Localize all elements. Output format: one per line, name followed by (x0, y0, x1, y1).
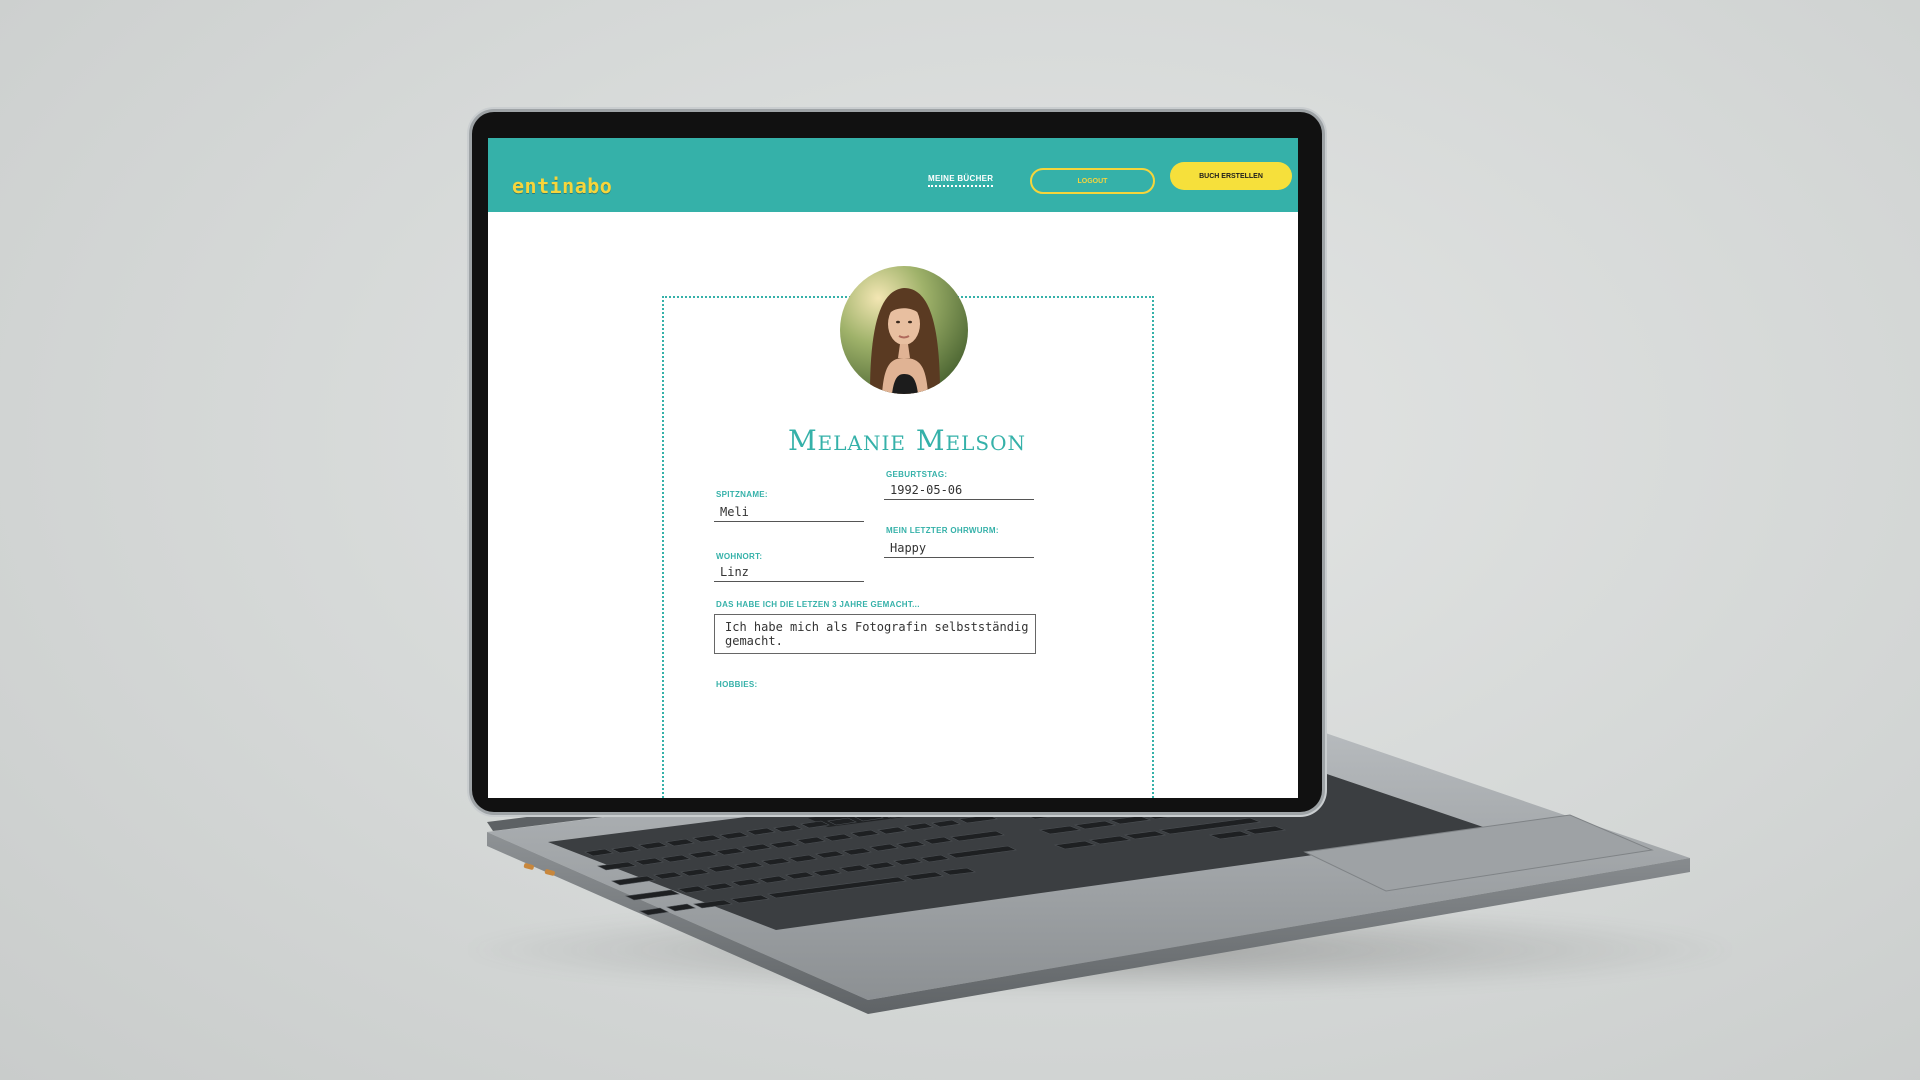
profile-avatar (840, 266, 968, 394)
ohrwurm-label: MEIN LETZTER OHRWURM: (886, 526, 999, 535)
hobbies-label: HOBBIES: (716, 680, 758, 689)
letzte-jahre-textarea[interactable]: Ich habe mich als Fotografin selbstständ… (714, 614, 1036, 654)
laptop-display: entinabo MEINE BÜCHER LOGOUT BUCH ERSTEL… (488, 138, 1298, 798)
letzte-jahre-label: DAS HABE ICH DIE LETZEN 3 JAHRE GEMACHT.… (716, 600, 920, 609)
nav-meine-buecher[interactable]: MEINE BÜCHER (928, 174, 994, 187)
geburtstag-field[interactable]: 1992-05-06 (884, 478, 1034, 500)
ohrwurm-field[interactable]: Happy (884, 536, 1034, 558)
logout-button[interactable]: LOGOUT (1030, 168, 1155, 194)
profile-name: Melanie Melson (787, 424, 1027, 457)
avatar-photo (840, 266, 968, 394)
spitzname-field[interactable]: Meli (714, 500, 864, 522)
buch-erstellen-button[interactable]: BUCH ERSTELLEN (1170, 162, 1292, 190)
wohnort-field[interactable]: Linz (714, 560, 864, 582)
spitzname-label: SPITZNAME: (716, 490, 768, 499)
site-header: entinabo MEINE BÜCHER LOGOUT BUCH ERSTEL… (488, 138, 1298, 212)
logo[interactable]: entinabo (512, 174, 612, 198)
